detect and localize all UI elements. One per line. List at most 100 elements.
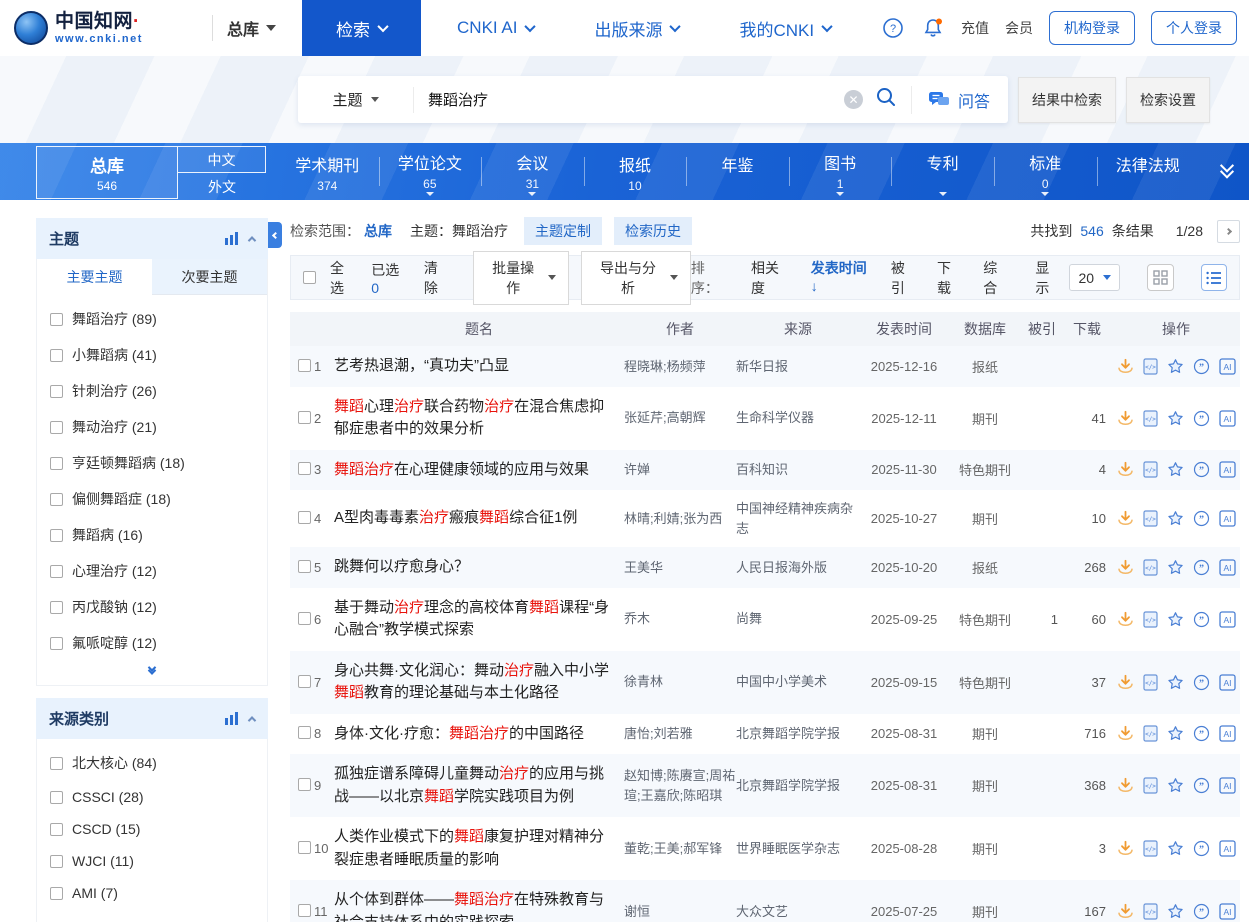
result-authors[interactable]: 唐怡;刘若雅 — [624, 724, 736, 744]
html-read-icon[interactable]: </> — [1143, 725, 1158, 742]
html-read-icon[interactable]: </> — [1143, 559, 1158, 576]
bar-chart-icon[interactable] — [225, 712, 239, 725]
db-tab-5[interactable]: 图书1 — [789, 143, 892, 200]
ai-icon[interactable]: AI — [1219, 611, 1236, 628]
result-authors[interactable]: 赵知博;陈赓宣;周祐瑄;王嘉欣;陈昭琪 — [624, 766, 736, 805]
quote-icon[interactable]: ” — [1193, 777, 1210, 794]
db-tab-6[interactable]: 专利 — [891, 143, 994, 200]
db-tab-zongku[interactable]: 总库 546 — [36, 146, 178, 199]
ai-icon[interactable]: AI — [1219, 358, 1236, 375]
row-checkbox[interactable] — [298, 560, 311, 573]
filter-checkbox[interactable] — [50, 385, 63, 398]
html-read-icon[interactable]: </> — [1143, 611, 1158, 628]
favorite-star-icon[interactable] — [1167, 777, 1184, 794]
topic-filter-item[interactable]: 亨廷顿舞蹈病 (18) — [37, 445, 267, 481]
filter-checkbox[interactable] — [50, 565, 63, 578]
result-authors[interactable]: 乔木 — [624, 609, 736, 629]
html-read-icon[interactable]: </> — [1143, 777, 1158, 794]
download-icon[interactable] — [1117, 840, 1134, 857]
db-tab-8[interactable]: 法律法规 — [1097, 143, 1200, 200]
search-field-dropdown[interactable]: 主题 — [298, 87, 414, 113]
topic-filter-item[interactable]: 针刺治疗 (26) — [37, 373, 267, 409]
row-checkbox[interactable] — [298, 411, 311, 424]
filter-checkbox[interactable] — [50, 601, 63, 614]
filter-checkbox[interactable] — [50, 887, 63, 900]
ai-icon[interactable]: AI — [1219, 674, 1236, 691]
quote-icon[interactable]: ” — [1193, 358, 1210, 375]
nav-tab-my-cnki[interactable]: 我的CNKI — [709, 0, 861, 56]
download-icon[interactable] — [1117, 410, 1134, 427]
topic-filter-item[interactable]: 小舞蹈病 (41) — [37, 337, 267, 373]
result-title-link[interactable]: 基于舞动治疗理念的高校体育舞蹈课程“身心融合”教学模式探索 — [334, 597, 624, 642]
filter-checkbox[interactable] — [50, 791, 63, 804]
source-filter-item[interactable]: CSSCI (28) — [37, 781, 267, 813]
tab-main-topic[interactable]: 主要主题 — [37, 259, 152, 295]
result-title-link[interactable]: 身心共舞·文化润心：舞动治疗融入中小学舞蹈教育的理论基础与本土化路径 — [334, 660, 624, 705]
result-source[interactable]: 世界睡眠医学杂志 — [736, 839, 860, 859]
result-source[interactable]: 北京舞蹈学院学报 — [736, 724, 860, 744]
db-tab-0[interactable]: 学术期刊374 — [276, 143, 379, 200]
result-title-link[interactable]: A型肉毒毒素治疗瘢痕舞蹈综合征1例 — [334, 507, 624, 530]
filter-checkbox[interactable] — [50, 457, 63, 470]
filter-checkbox[interactable] — [50, 757, 63, 770]
quote-icon[interactable]: ” — [1193, 725, 1210, 742]
db-tab-1[interactable]: 学位论文65 — [379, 143, 482, 200]
favorite-star-icon[interactable] — [1167, 903, 1184, 920]
quote-icon[interactable]: ” — [1193, 510, 1210, 527]
ai-icon[interactable]: AI — [1219, 777, 1236, 794]
quote-icon[interactable]: ” — [1193, 840, 1210, 857]
result-title-link[interactable]: 舞蹈治疗在心理健康领域的应用与效果 — [334, 459, 624, 482]
result-source[interactable]: 北京舞蹈学院学报 — [736, 776, 860, 796]
topic-custom-button[interactable]: 主题定制 — [524, 217, 602, 245]
row-checkbox[interactable] — [298, 904, 311, 917]
row-checkbox[interactable] — [298, 841, 311, 854]
result-authors[interactable]: 王美华 — [624, 558, 736, 578]
favorite-star-icon[interactable] — [1167, 461, 1184, 478]
topic-filter-item[interactable]: 偏侧舞蹈症 (18) — [37, 481, 267, 517]
result-source[interactable]: 人民日报海外版 — [736, 558, 860, 578]
cnki-logo[interactable]: 中国知网· www.cnki.net — [14, 11, 210, 45]
tab-secondary-topic[interactable]: 次要主题 — [152, 259, 267, 295]
result-authors[interactable]: 程晓琳;杨频萍 — [624, 357, 736, 377]
result-authors[interactable]: 张延芹;高朝辉 — [624, 408, 736, 428]
ai-icon[interactable]: AI — [1219, 903, 1236, 920]
download-icon[interactable] — [1117, 358, 1134, 375]
ai-icon[interactable]: AI — [1219, 559, 1236, 576]
topic-filter-item[interactable]: 丙戊酸钠 (12) — [37, 589, 267, 625]
source-filter-item[interactable]: AMI (7) — [37, 877, 267, 909]
result-authors[interactable]: 董乾;王美;郝军锋 — [624, 839, 736, 859]
grid-view-button[interactable] — [1147, 264, 1173, 291]
filter-checkbox[interactable] — [50, 637, 63, 650]
html-read-icon[interactable]: </> — [1143, 674, 1158, 691]
result-title-link[interactable]: 身体·文化·疗愈：舞蹈治疗的中国路径 — [334, 723, 624, 746]
favorite-star-icon[interactable] — [1167, 674, 1184, 691]
result-authors[interactable]: 徐青林 — [624, 672, 736, 692]
source-filter-item[interactable]: 北大核心 (84) — [37, 745, 267, 781]
select-all-checkbox[interactable] — [303, 271, 316, 284]
result-title-link[interactable]: 人类作业模式下的舞蹈康复护理对精神分裂症患者睡眠质量的影响 — [334, 826, 624, 871]
bar-chart-icon[interactable] — [225, 232, 239, 245]
clear-selection-button[interactable]: 清除 — [424, 258, 451, 298]
result-title-link[interactable]: 孤独症谱系障碍儿童舞动治疗的应用与挑战——以北京舞蹈学院实践项目为例 — [334, 763, 624, 808]
quote-icon[interactable]: ” — [1193, 903, 1210, 920]
ai-icon[interactable]: AI — [1219, 840, 1236, 857]
favorite-star-icon[interactable] — [1167, 840, 1184, 857]
batch-operation-button[interactable]: 批量操作 — [473, 251, 569, 305]
sort-option-2[interactable]: 被引 — [891, 258, 918, 298]
result-title-link[interactable]: 艺考热退潮，“真功夫”凸显 — [334, 355, 624, 378]
html-read-icon[interactable]: </> — [1143, 461, 1158, 478]
source-category-header[interactable]: 来源类别 — [36, 698, 268, 739]
filter-checkbox[interactable] — [50, 349, 63, 362]
personal-login-button[interactable]: 个人登录 — [1151, 11, 1237, 45]
expand-more-topics-icon[interactable] — [37, 665, 267, 685]
sidebar-collapse-handle[interactable] — [268, 222, 282, 248]
download-icon[interactable] — [1117, 674, 1134, 691]
sort-option-0[interactable]: 相关度 — [751, 258, 792, 298]
db-tab-7[interactable]: 标准0 — [994, 143, 1097, 200]
result-source[interactable]: 百科知识 — [736, 460, 860, 480]
result-source[interactable]: 尚舞 — [736, 609, 860, 629]
notification-bell-icon[interactable] — [921, 16, 945, 40]
topic-section-header[interactable]: 主题 — [36, 218, 268, 259]
search-magnifier-icon[interactable] — [875, 86, 897, 113]
page-size-select[interactable]: 20 — [1069, 264, 1120, 291]
